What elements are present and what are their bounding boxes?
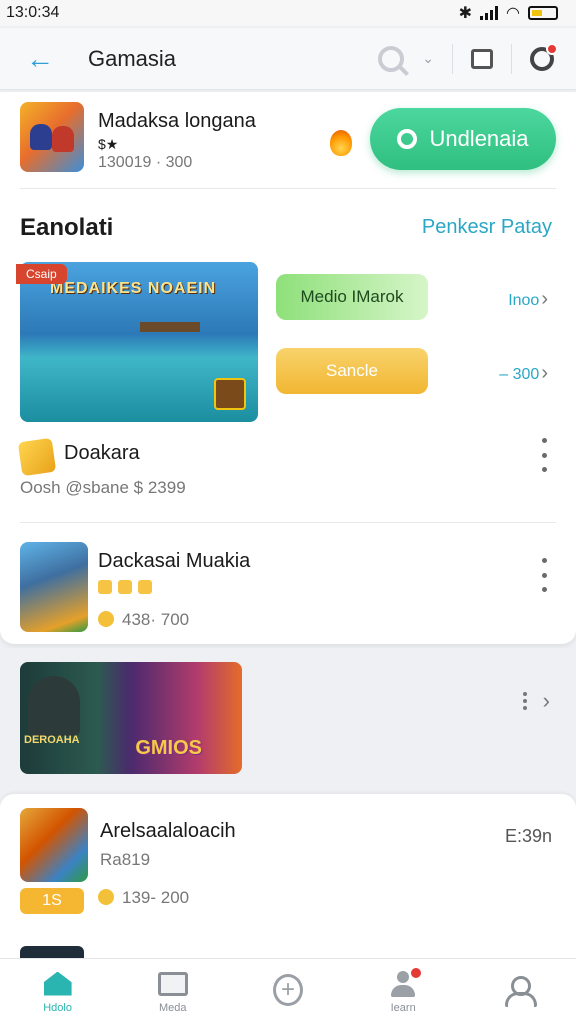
coin-icon — [98, 889, 114, 905]
app-meta-text: 438· 700 — [122, 610, 190, 629]
divider — [20, 188, 556, 189]
section-link[interactable]: Penkesr Patay — [422, 216, 552, 239]
nav-item-mail[interactable]: Meda — [123, 970, 223, 1014]
nav-item-add[interactable]: + — [238, 973, 338, 1008]
promo-image: DEROAHA GMIOS — [20, 662, 242, 774]
app-badges — [98, 580, 152, 594]
flame-icon — [330, 130, 352, 156]
nav-item-profile[interactable] — [468, 975, 568, 1008]
featured-image: MEDAIKES NOAEIN — [20, 262, 258, 422]
more-options-icon[interactable] — [534, 438, 554, 472]
wifi-icon: ◠ — [506, 5, 520, 22]
list-item[interactable]: Dackasai Muakia 438· 700 — [20, 542, 556, 634]
chevron-right-icon: › — [541, 288, 548, 310]
featured-banner[interactable]: MEDAIKES NOAEIN Csaip — [16, 262, 258, 422]
promo-controls[interactable]: › — [522, 688, 550, 714]
chevron-right-icon[interactable]: › — [543, 688, 550, 714]
option-value[interactable]: Inoo › — [508, 288, 548, 311]
featured-banner-text: MEDAIKES NOAEIN — [50, 280, 217, 297]
app-meta: 139- 200 — [98, 888, 189, 908]
profile-icon — [505, 975, 538, 1007]
plus-icon: + — [272, 973, 303, 1006]
status-time: 13:0:34 — [6, 4, 60, 21]
back-button[interactable]: ← — [20, 39, 60, 79]
chevron-right-icon: › — [541, 362, 548, 384]
app-rating: $★ — [98, 136, 119, 152]
app-meta: 438· 700 — [98, 610, 189, 630]
status-bar: 13:0:34 ✱ ◠ — [0, 0, 576, 26]
promo-label: DEROAHA — [24, 734, 80, 746]
app-thumbnail — [20, 542, 88, 632]
app-name: Doakara — [64, 442, 140, 464]
app-name: Arelsaalaloacih — [100, 820, 236, 842]
more-options-icon[interactable] — [534, 558, 554, 592]
ticket-icon — [17, 437, 57, 477]
featured-mini-icon — [214, 378, 246, 410]
top-actions: ⌄ — [378, 42, 558, 74]
character-avatar — [28, 676, 80, 736]
nav-item-home[interactable]: Hdolo — [8, 970, 108, 1014]
nav-item-learn[interactable]: Iearn — [353, 965, 453, 1014]
list-item[interactable]: Doakara Oosh @sbane $ 2399 — [17, 437, 556, 508]
search-icon[interactable] — [378, 45, 405, 72]
app-thumbnail — [20, 102, 84, 172]
page-title: Gamasia — [88, 45, 177, 71]
nav-label: Meda — [159, 1001, 187, 1014]
app-value: E:39n — [504, 826, 552, 846]
home-icon — [43, 971, 72, 996]
download-button[interactable]: Undlenaia — [370, 108, 556, 170]
circle-icon — [397, 129, 418, 149]
app-sub: Ra819 — [100, 850, 151, 869]
notification-badge — [409, 965, 424, 980]
bottom-nav: Hdolo Meda + Iearn — [0, 958, 576, 1024]
more-options-icon[interactable] — [522, 692, 527, 710]
bluetooth-icon: ✱ — [458, 5, 473, 22]
app-row-top[interactable]: Madaksa longana $★ 130019 · 300 Undlenai… — [20, 102, 560, 178]
option-pill-yellow[interactable]: Sancle — [276, 348, 428, 394]
promo-brand: GMIOS — [135, 737, 202, 759]
app-meta: 130019 · 300 — [98, 154, 193, 171]
chevron-down-icon[interactable]: ⌄ — [422, 50, 434, 67]
notification-badge — [546, 42, 558, 55]
dock-shape — [140, 322, 200, 332]
option-value-text: Inoo — [508, 292, 540, 309]
coin-icon — [98, 611, 114, 627]
list-card[interactable]: Arelsaalaloacih Ra819 E:39n 1S 139- 200 — [0, 794, 576, 960]
promo-card[interactable]: DEROAHA GMIOS › — [0, 648, 576, 784]
library-icon[interactable] — [471, 48, 493, 69]
price-tag[interactable]: 1S — [20, 888, 84, 914]
status-icons: ✱ ◠ — [459, 3, 558, 23]
download-button-label: Undlenaia — [429, 126, 529, 151]
battery-icon — [528, 6, 558, 20]
top-bar: ← Gamasia ⌄ — [0, 28, 576, 90]
option-value[interactable]: – 300 › — [499, 362, 548, 385]
signal-icon — [480, 6, 499, 20]
app-meta-text: 139- 200 — [122, 888, 190, 907]
divider — [20, 522, 556, 523]
main-card: Madaksa longana $★ 130019 · 300 Undlenai… — [0, 92, 576, 644]
app-name: Madaksa longana — [98, 110, 256, 132]
divider — [452, 43, 453, 74]
section-title: Eanolati — [20, 214, 114, 241]
arrow-left-icon: ← — [26, 42, 54, 74]
nav-label: Hdolo — [43, 1001, 72, 1014]
mail-icon — [157, 971, 188, 996]
featured-ribbon: Csaip — [16, 264, 67, 284]
app-thumbnail — [20, 808, 88, 882]
nav-label: Iearn — [390, 1001, 416, 1014]
app-name: Dackasai Muakia — [98, 550, 251, 572]
option-pill-green[interactable]: Medio IMarok — [276, 274, 428, 320]
option-value-text: – 300 — [499, 366, 540, 383]
app-meta: Oosh @sbane $ 2399 — [20, 478, 186, 497]
notification-icon[interactable] — [530, 42, 558, 71]
divider — [511, 43, 512, 74]
